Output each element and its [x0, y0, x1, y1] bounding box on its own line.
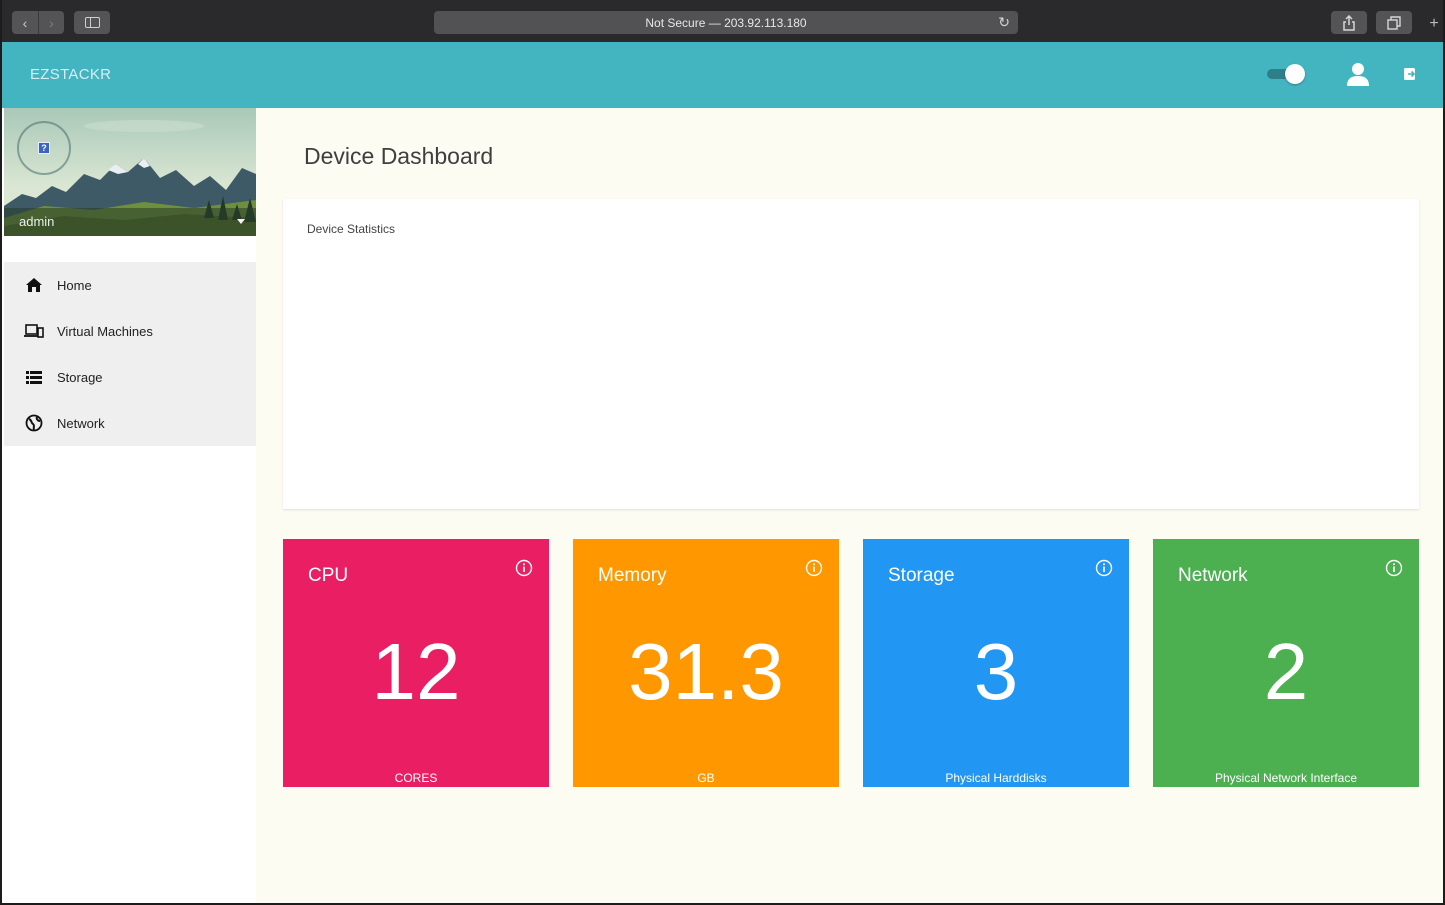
tile-title: CPU [308, 565, 349, 586]
page-title: Device Dashboard [304, 143, 494, 169]
sidebar-item-label: Storage [57, 370, 103, 385]
new-tab-button[interactable]: + [1423, 15, 1443, 42]
tile-value: 12 [371, 627, 461, 716]
chevron-right-icon: › [49, 14, 54, 31]
info-icon[interactable] [1095, 559, 1113, 577]
tile-value: 2 [1263, 627, 1309, 716]
caret-down-icon[interactable] [237, 219, 245, 224]
show-sidebar-button[interactable] [74, 11, 110, 34]
tile-unit: CORES [394, 771, 438, 785]
history-nav: ‹ › [12, 11, 64, 34]
device-statistics-card: Device Statistics [283, 199, 1419, 509]
address-text: Not Secure — 203.92.113.180 [645, 15, 807, 30]
info-icon[interactable] [1385, 559, 1403, 577]
back-button[interactable]: ‹ [12, 11, 38, 34]
app-header: EZSTACKR [2, 42, 1443, 108]
chevron-left-icon: ‹ [22, 14, 28, 31]
sidebar-icon [84, 17, 100, 28]
sidebar-item-label: Network [57, 416, 105, 431]
sidebar-item-label: Home [57, 278, 92, 293]
share-button[interactable] [1331, 11, 1367, 34]
sidebar-item-home[interactable]: Home [4, 262, 256, 308]
storage-list-icon [26, 371, 42, 384]
tile-value: 3 [973, 627, 1019, 716]
tile-value: 31.3 [628, 627, 784, 716]
sidebar-item-label: Virtual Machines [57, 324, 153, 339]
cpu-tile: CPU 12 CORES [283, 539, 549, 787]
reload-icon[interactable]: ↻ [998, 14, 1010, 31]
laptop-icon [24, 324, 44, 338]
tile-title: Storage [888, 565, 955, 586]
username: admin [19, 214, 55, 229]
sidebar-item-network[interactable]: Network [4, 400, 256, 446]
sidebar-item-virtual-machines[interactable]: Virtual Machines [4, 308, 256, 354]
info-icon[interactable] [805, 559, 823, 577]
tile-unit: Physical Harddisks [945, 771, 1047, 785]
theme-toggle[interactable] [1267, 64, 1305, 84]
user-icon[interactable] [1346, 61, 1370, 87]
tile-unit: Physical Network Interface [1214, 771, 1358, 785]
card-title: Device Statistics [307, 222, 396, 236]
forward-button[interactable]: › [38, 11, 64, 34]
brand-logo[interactable]: EZSTACKR [30, 66, 111, 83]
address-bar[interactable]: Not Secure — 203.92.113.180 ↻ [434, 11, 1018, 34]
tile-unit: GB [697, 771, 715, 785]
network-tile: Network 2 Physical Network Interface [1153, 539, 1419, 787]
share-icon [1343, 14, 1355, 31]
tile-title: Network [1178, 565, 1248, 586]
tabs-icon [1387, 15, 1401, 30]
toggle-knob [1285, 64, 1305, 84]
sidebar: ? admin Home Virtual Machines Storage Ne… [4, 108, 256, 903]
window: ‹ › Not Secure — 203.92.113.180 ↻ + EZST… [0, 0, 1445, 905]
broken-image-icon: ? [38, 142, 50, 154]
home-icon [26, 278, 42, 292]
storage-tile: Storage 3 Physical Harddisks [863, 539, 1129, 787]
avatar[interactable]: ? [17, 121, 71, 175]
memory-tile: Memory 31.3 GB [573, 539, 839, 787]
nav-menu: Home Virtual Machines Storage Network [4, 262, 256, 446]
profile-banner: ? admin [4, 108, 256, 236]
logout-icon[interactable] [1403, 67, 1417, 81]
main-content: Device Dashboard Device Statistics CPU 1… [256, 108, 1443, 903]
sidebar-item-storage[interactable]: Storage [4, 354, 256, 400]
tab-overview-button[interactable] [1376, 11, 1412, 34]
info-icon[interactable] [515, 559, 533, 577]
user-menu-bar[interactable]: admin [4, 208, 256, 236]
globe-icon [25, 414, 43, 432]
browser-toolbar: ‹ › Not Secure — 203.92.113.180 ↻ + [2, 0, 1443, 42]
tile-title: Memory [598, 565, 667, 586]
